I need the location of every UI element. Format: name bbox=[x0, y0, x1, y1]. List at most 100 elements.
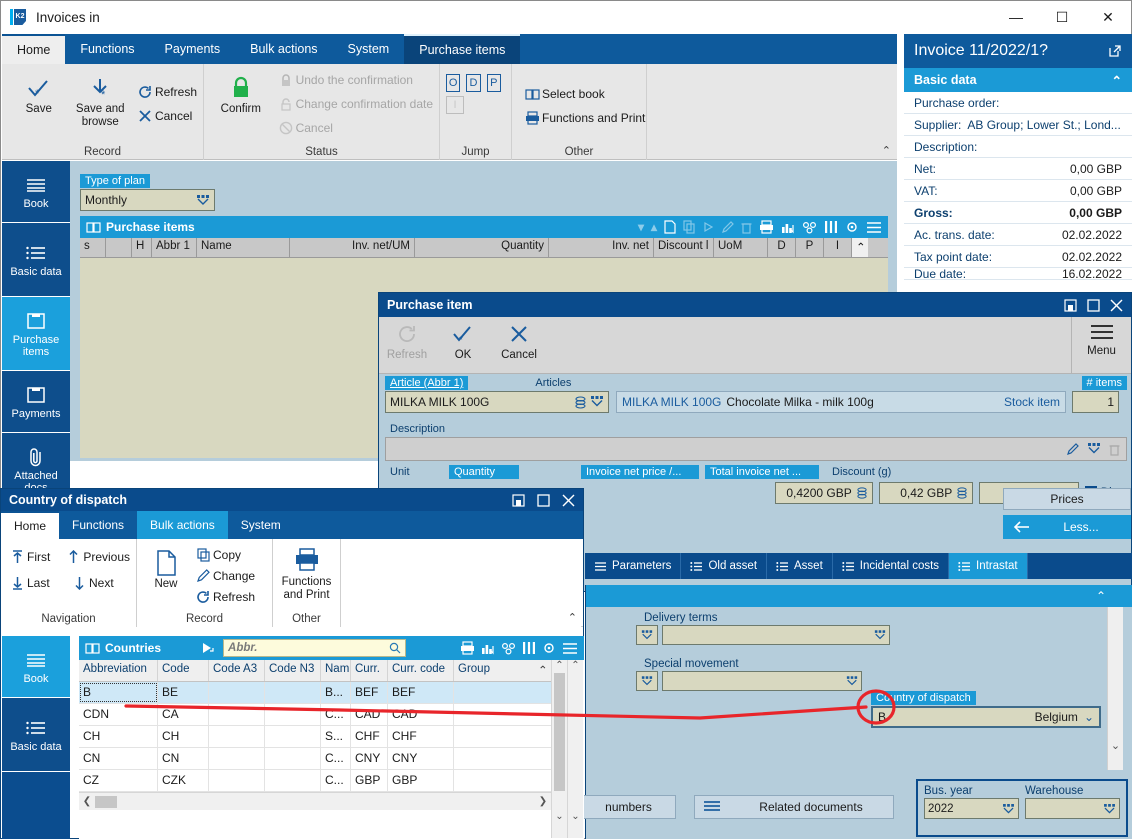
maximize-button[interactable]: ☐ bbox=[1039, 1, 1085, 33]
description-input[interactable] bbox=[385, 437, 1127, 461]
country-tab-system[interactable]: System bbox=[228, 511, 294, 539]
delete-icon[interactable] bbox=[741, 221, 752, 234]
dropdown-icon[interactable] bbox=[1002, 803, 1015, 814]
table-row[interactable]: CDN CA C... CAD CAD bbox=[79, 704, 551, 726]
run-icon[interactable] bbox=[702, 221, 714, 233]
lookup-icon[interactable] bbox=[956, 487, 968, 499]
pid-cancel-button[interactable]: Cancel bbox=[491, 317, 547, 362]
tab-incidental-costs[interactable]: Incidental costs bbox=[833, 553, 950, 579]
settings-icon[interactable] bbox=[845, 220, 859, 234]
first-button[interactable]: First bbox=[7, 545, 63, 569]
open-external-icon[interactable] bbox=[1108, 44, 1122, 58]
column-header[interactable]: Name bbox=[197, 238, 290, 257]
jump-o-button[interactable]: O bbox=[446, 74, 461, 92]
chevron-up-icon[interactable]: ▴ bbox=[651, 220, 657, 234]
scroll-up-arrow[interactable]: ⌃ bbox=[568, 660, 583, 671]
table-row[interactable]: B BE B... BEF BEF bbox=[79, 682, 551, 704]
save-button[interactable]: * Save bbox=[8, 68, 69, 140]
scroll-down-arrow[interactable]: ⌄ bbox=[568, 811, 583, 822]
filter-play-icon[interactable] bbox=[201, 642, 215, 654]
sidebar-item-purchase-items[interactable]: Purchase items bbox=[2, 297, 70, 371]
select-book-button[interactable]: Select book bbox=[522, 82, 645, 106]
tree-icon[interactable] bbox=[802, 221, 817, 234]
articles-readout[interactable]: MILKA MILK 100G Chocolate Milka - milk 1… bbox=[616, 391, 1066, 413]
cancel-button[interactable]: Cancel bbox=[135, 104, 197, 128]
lookup-icon[interactable] bbox=[856, 487, 868, 499]
printer-icon[interactable] bbox=[460, 641, 475, 655]
prices-button[interactable]: Prices bbox=[1003, 488, 1131, 510]
type-of-plan-combo[interactable]: Monthly bbox=[80, 189, 215, 211]
column-header[interactable] bbox=[106, 238, 132, 257]
column-header[interactable]: H bbox=[132, 238, 152, 257]
country-functions-and-print-button[interactable]: Functions and Print bbox=[279, 543, 334, 609]
warehouse-input[interactable] bbox=[1025, 798, 1120, 819]
maximize-icon[interactable] bbox=[1087, 298, 1100, 312]
column-header[interactable]: s bbox=[80, 238, 106, 257]
column-header[interactable]: UoM bbox=[714, 238, 768, 257]
column-header[interactable]: Discount l bbox=[654, 238, 714, 257]
chevron-down-icon[interactable]: ▾ bbox=[638, 220, 644, 234]
column-header-abbreviation[interactable]: Abbreviation bbox=[79, 660, 158, 681]
chart-icon[interactable] bbox=[781, 221, 795, 234]
scroll-down-arrow[interactable]: ⌄ bbox=[552, 811, 567, 822]
chevron-up-icon[interactable]: ⌃ bbox=[1112, 73, 1122, 88]
table-row[interactable]: CZ CZK C... GBP GBP bbox=[79, 770, 551, 792]
column-header-curr-code[interactable]: Curr. code bbox=[388, 660, 454, 681]
basic-data-section-header[interactable]: Basic data ⌃ bbox=[904, 68, 1132, 92]
invoice-net-price-input[interactable]: 0,4200 GBP bbox=[775, 482, 873, 504]
scroll-up-arrow[interactable]: ⌃ bbox=[552, 660, 567, 671]
country-ribbon-collapse-button[interactable]: ⌃ bbox=[568, 611, 577, 624]
chevron-down-icon[interactable]: ⌄ bbox=[1084, 710, 1094, 724]
close-icon[interactable] bbox=[562, 494, 575, 507]
tab-asset[interactable]: Asset bbox=[767, 553, 833, 579]
change-button[interactable]: Change bbox=[193, 566, 255, 587]
scroll-up-arrow[interactable]: ⌃ bbox=[852, 238, 868, 257]
save-and-browse-button[interactable]: * Save and browse bbox=[69, 68, 130, 140]
column-header[interactable]: P bbox=[796, 238, 824, 257]
article-input[interactable]: MILKA MILK 100G bbox=[385, 391, 609, 413]
column-header-group[interactable]: Group bbox=[454, 660, 534, 681]
pin-icon[interactable] bbox=[1064, 298, 1077, 312]
dropdown-icon[interactable] bbox=[874, 630, 886, 640]
items-count-input[interactable]: 1 bbox=[1072, 391, 1119, 413]
tab-intrastat[interactable]: Intrastat bbox=[949, 553, 1028, 579]
less-button[interactable]: Less... bbox=[1003, 515, 1131, 539]
country-of-dispatch-input[interactable]: B Belgium ⌄ bbox=[871, 706, 1101, 728]
new-icon[interactable] bbox=[664, 220, 676, 234]
ribbon-tab-system[interactable]: System bbox=[333, 34, 405, 64]
dropdown-icon[interactable] bbox=[590, 395, 604, 409]
country-refresh-button[interactable]: Refresh bbox=[193, 587, 255, 608]
delivery-terms-code-picker[interactable] bbox=[636, 625, 658, 645]
column-header[interactable]: Quantity bbox=[415, 238, 549, 257]
sidebar-item-basic-data[interactable]: Basic data bbox=[2, 223, 70, 297]
new-button[interactable]: New bbox=[143, 543, 189, 609]
column-header-code-n3[interactable]: Code N3 bbox=[265, 660, 321, 681]
table-row[interactable]: CN CN C... CNY CNY bbox=[79, 748, 551, 770]
ribbon-tab-bulk-actions[interactable]: Bulk actions bbox=[235, 34, 332, 64]
maximize-icon[interactable] bbox=[537, 493, 550, 507]
numbers-button[interactable]: numbers bbox=[581, 795, 676, 819]
scroll-up-arrow[interactable]: ⌃ bbox=[534, 660, 551, 681]
countries-search-input[interactable]: Abbr. bbox=[223, 639, 407, 657]
column-header-code-a3[interactable]: Code A3 bbox=[209, 660, 265, 681]
scroll-right-arrow[interactable]: ❯ bbox=[535, 796, 551, 807]
dropdown-icon[interactable] bbox=[846, 676, 858, 686]
chevron-up-icon[interactable]: ⌃ bbox=[1096, 589, 1106, 603]
country-tab-home[interactable]: Home bbox=[1, 511, 60, 539]
ribbon-tab-home[interactable]: Home bbox=[2, 34, 66, 64]
chart-icon[interactable] bbox=[481, 642, 495, 655]
confirm-button[interactable]: Confirm bbox=[210, 68, 272, 140]
columns-icon[interactable] bbox=[522, 641, 536, 655]
previous-button[interactable]: Previous bbox=[63, 545, 130, 569]
countries-outer-vscrollbar[interactable]: ⌃ ⌄ bbox=[567, 660, 583, 838]
related-documents-button[interactable]: Related documents bbox=[694, 795, 894, 819]
countries-vscrollbar[interactable]: ⌃ ⌄ bbox=[551, 660, 567, 838]
last-button[interactable]: Last bbox=[7, 571, 69, 595]
next-button[interactable]: Next bbox=[69, 571, 114, 595]
ribbon-tab-payments[interactable]: Payments bbox=[150, 34, 236, 64]
pin-icon[interactable] bbox=[512, 493, 525, 507]
scroll-down-arrow[interactable]: ⌄ bbox=[1108, 739, 1123, 752]
magnifier-icon[interactable] bbox=[389, 642, 401, 654]
ribbon-tab-purchase-items[interactable]: Purchase items bbox=[404, 34, 521, 64]
bus-year-input[interactable]: 2022 bbox=[924, 798, 1019, 819]
